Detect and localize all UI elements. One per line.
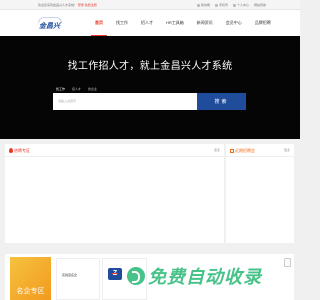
nav-item-hr-tools[interactable]: HR工具箱 <box>162 10 188 36</box>
nav-item-find-job[interactable]: 找工作 <box>112 10 132 36</box>
nav-item-member-center[interactable]: 会员中心 <box>222 10 246 36</box>
user-icon <box>232 3 236 7</box>
job-fairs-panel: 近期招聘会 更多 <box>226 144 294 243</box>
search-input[interactable]: 请输入关键字 <box>58 99 76 103</box>
famous-label: 名企专区 <box>10 257 51 300</box>
hot-jobs-title: 热聘专区 <box>9 148 30 154</box>
search-box: 请输入关键字 搜索 <box>53 93 246 110</box>
hot-jobs-more-link[interactable]: 更多 <box>214 148 220 152</box>
nav-item-hire[interactable]: 招人才 <box>137 10 157 36</box>
watermark-text: 免费自动收录 <box>148 267 262 287</box>
fire-icon <box>9 148 13 153</box>
company-name: 实验室名企 <box>62 273 78 277</box>
search-tab-job[interactable]: 找工作 <box>56 87 65 91</box>
phone-icon <box>214 3 218 7</box>
welcome-text: 欢迎您来到金昌兴人才系统！ 登录 免费注册 <box>38 3 97 7</box>
watermark-logo-icon <box>127 267 145 285</box>
search-button[interactable]: 搜索 <box>197 93 246 110</box>
side-widget-icon[interactable] <box>284 258 291 267</box>
company-logo: Z <box>108 268 122 280</box>
hot-jobs-panel: 热聘专区 更多 <box>5 144 224 243</box>
calendar-icon <box>230 149 234 153</box>
nav-item-brand-jobs[interactable]: 品牌招聘 <box>251 10 275 36</box>
main-navbar: 金昌兴 首页 找工作 招人才 HR工具箱 新闻资讯 会员中心 品牌招聘 <box>0 10 300 36</box>
user-center-link[interactable]: 个人中心 <box>232 3 249 7</box>
welcome-message: 欢迎您来到金昌兴人才系统！ <box>38 3 78 7</box>
search-tab-talent[interactable]: 招人才 <box>72 87 81 91</box>
nav-menu: 首页 找工作 招人才 HR工具箱 新闻资讯 会员中心 品牌招聘 <box>91 10 280 36</box>
nav-item-news[interactable]: 新闻资讯 <box>193 10 217 36</box>
search-tab-company[interactable]: 搜企业 <box>88 87 97 91</box>
register-link[interactable]: 免费注册 <box>85 3 97 7</box>
divider <box>226 156 294 157</box>
logo-text: 金昌兴 <box>39 23 60 30</box>
watermark: 免费自动收录 <box>127 264 262 288</box>
top-links: 移动端 手机号 个人中心 网站导航 <box>196 3 266 7</box>
nav-item-home[interactable]: 首页 <box>91 10 107 36</box>
hero-slogan: 找工作招人才，就上金昌兴人才系统 <box>67 61 233 72</box>
site-logo[interactable]: 金昌兴 <box>38 17 62 30</box>
job-fairs-more-link[interactable]: 更多 <box>284 148 290 152</box>
top-bar: 欢迎您来到金昌兴人才系统！ 登录 免费注册 移动端 手机号 个人中心 网站导航 <box>0 0 300 10</box>
divider <box>5 156 224 157</box>
site-nav-link[interactable]: 网站导航 <box>254 3 266 7</box>
mobile-icon <box>196 3 200 7</box>
company-card[interactable]: 实验室名企 <box>56 258 100 300</box>
login-link[interactable]: 登录 <box>78 3 84 7</box>
phone-link[interactable]: 手机号 <box>214 3 228 7</box>
job-fairs-title: 近期招聘会 <box>230 148 255 154</box>
hero-banner: 找工作招人才，就上金昌兴人才系统 找工作 招人才 搜企业 请输入关键字 搜索 <box>0 36 300 139</box>
mobile-link[interactable]: 移动端 <box>196 3 210 7</box>
search-tabs: 找工作 招人才 搜企业 <box>56 87 97 91</box>
